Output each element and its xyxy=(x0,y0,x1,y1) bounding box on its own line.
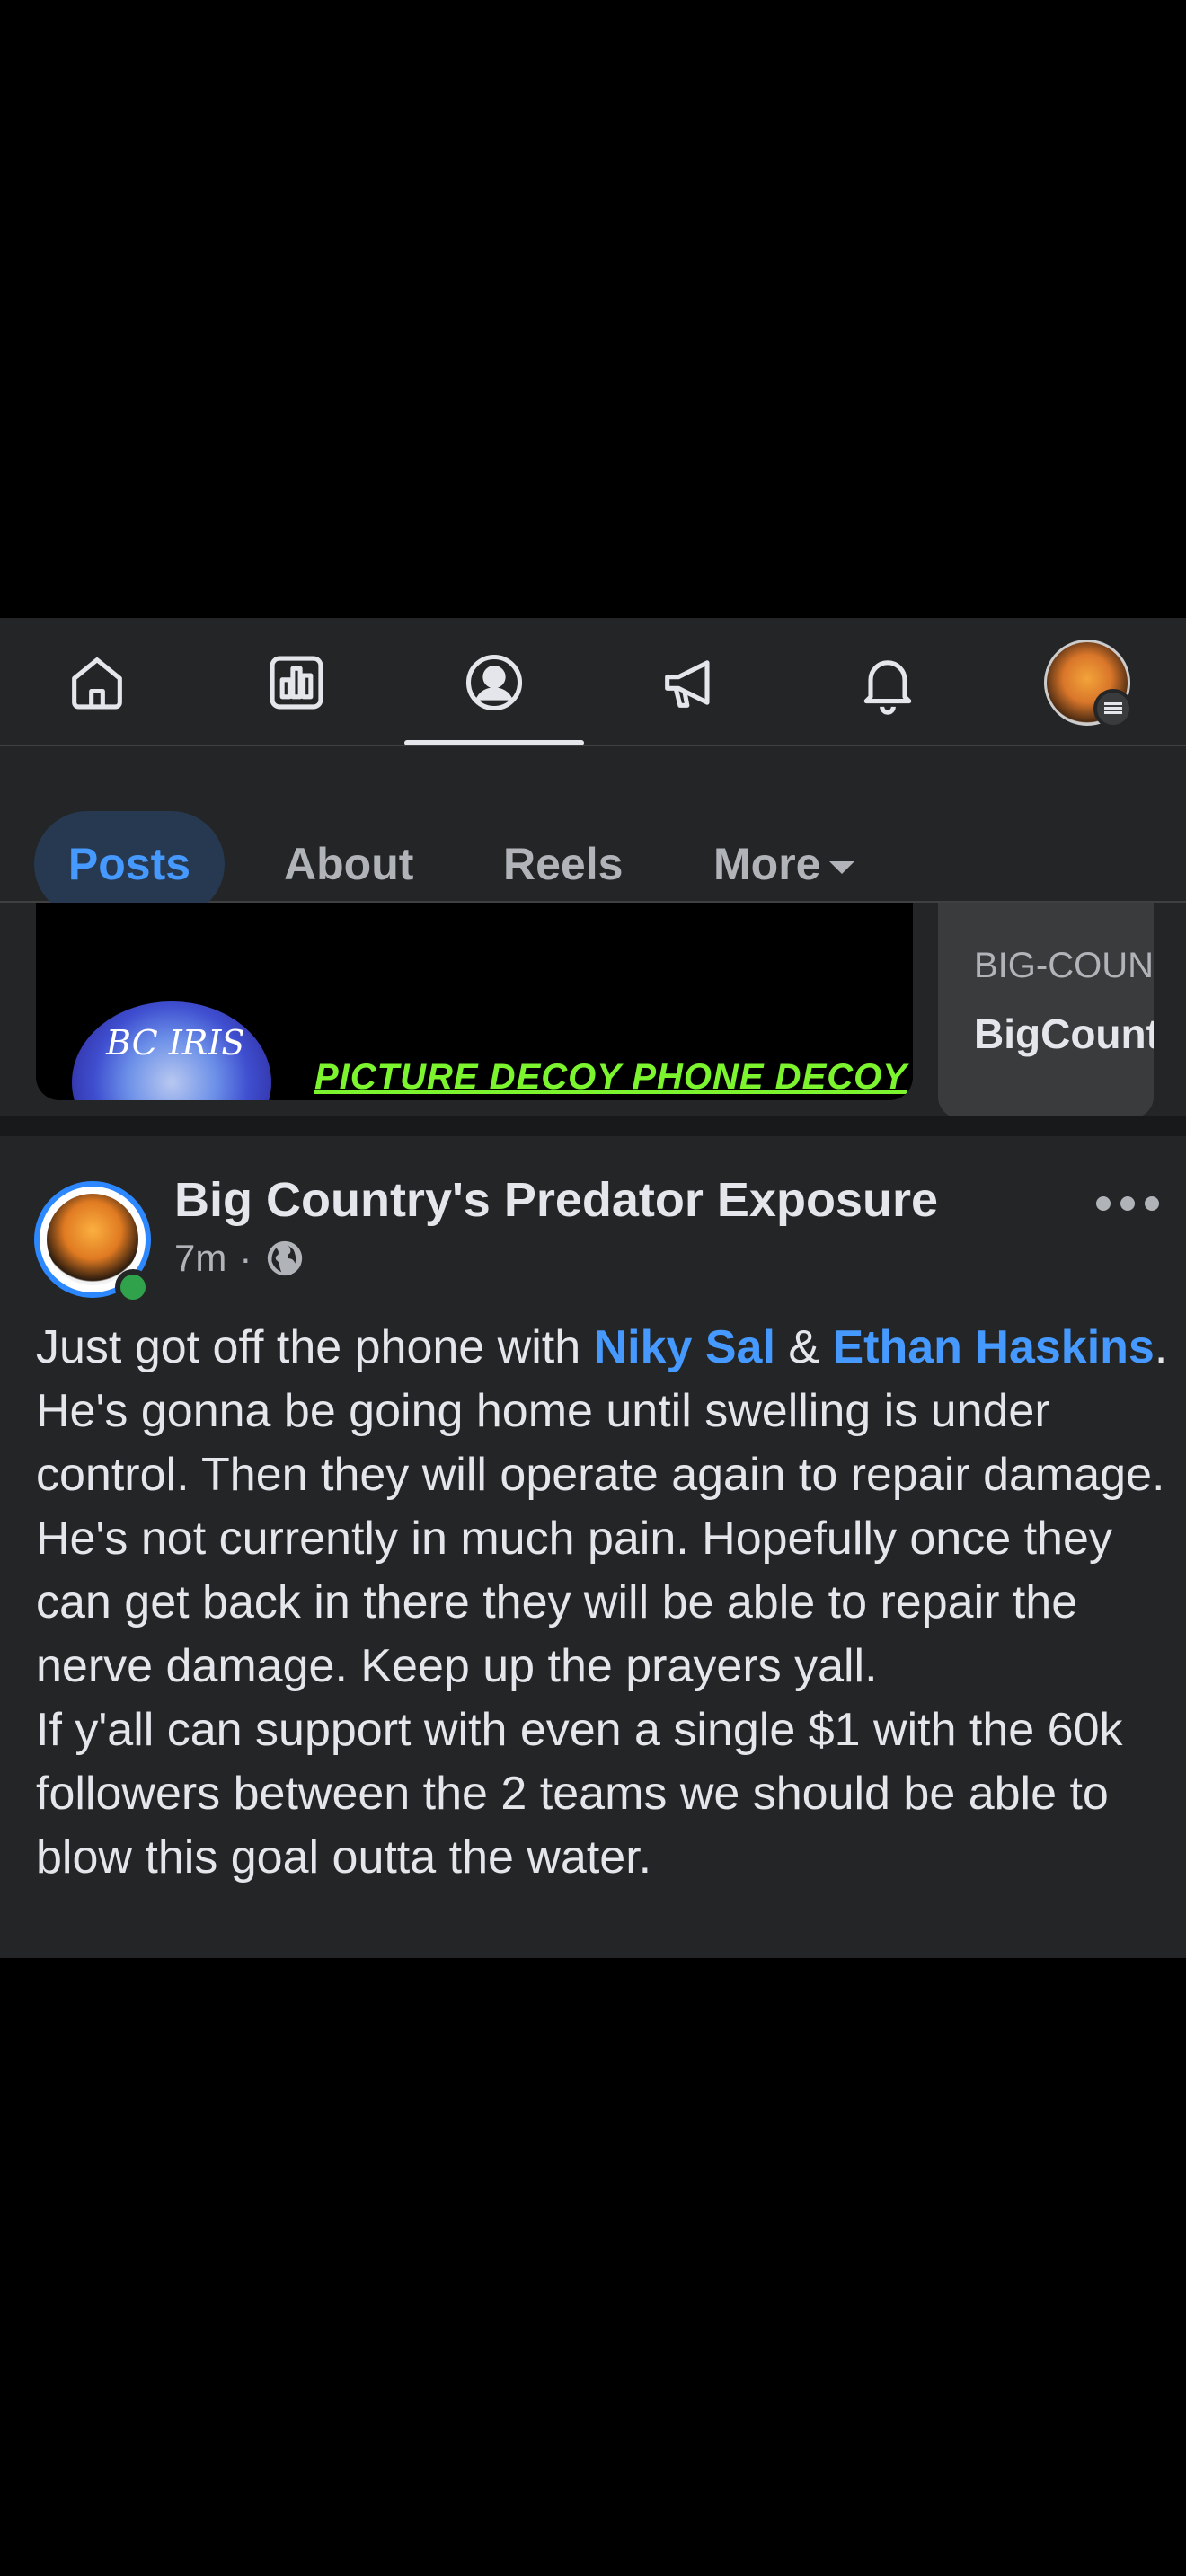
bc-iris-logo: BC IRIS xyxy=(72,1001,271,1100)
featured-card[interactable]: BC IRIS PICTURE DECOY PHONE DECOY xyxy=(36,903,913,1100)
post-time[interactable]: 7m xyxy=(174,1237,226,1280)
tab-reels[interactable]: Reels xyxy=(503,811,623,917)
mention-ethan-haskins[interactable]: Ethan Haskins xyxy=(833,1321,1155,1373)
nav-home[interactable] xyxy=(7,618,187,746)
avatar xyxy=(1044,639,1133,728)
mention-niky-sal[interactable]: Niky Sal xyxy=(594,1321,775,1373)
tab-more[interactable]: More xyxy=(713,811,855,917)
card-title: BigCount xyxy=(974,1010,1154,1057)
post-options-button[interactable] xyxy=(1096,1190,1159,1217)
globe-icon xyxy=(268,1240,303,1276)
active-tab-indicator xyxy=(404,740,584,745)
logo-text: BC IRIS xyxy=(106,1023,245,1063)
card-kicker: BIG-COUN xyxy=(974,946,1154,985)
post-text-2: & xyxy=(774,1321,833,1373)
author-name[interactable]: Big Country's Predator Exposure xyxy=(174,1172,938,1228)
tab-about[interactable]: About xyxy=(284,811,413,917)
profile-icon xyxy=(465,654,523,710)
post-text-4: If y'all can support with even a single … xyxy=(36,1704,1123,1883)
featured-card-2[interactable]: BIG-COUN BigCount xyxy=(938,903,1154,1118)
profile-tabs: Posts About Reels More xyxy=(0,748,1186,917)
megaphone-icon xyxy=(665,659,710,708)
home-icon xyxy=(72,657,122,709)
post-text-3: . He's gonna be going home until swellin… xyxy=(36,1321,1168,1692)
menu-icon xyxy=(1093,688,1133,728)
bell-icon xyxy=(863,659,912,715)
nav-menu[interactable] xyxy=(997,618,1177,746)
tab-posts[interactable]: Posts xyxy=(34,811,225,917)
tab-more-label: More xyxy=(713,839,821,889)
post-meta: 7m · xyxy=(174,1237,305,1280)
nav-dashboard[interactable] xyxy=(207,618,386,746)
caret-down-icon xyxy=(829,860,855,874)
post-text-1: Just got off the phone with xyxy=(36,1321,594,1373)
nav-ads[interactable] xyxy=(600,618,780,746)
nav-profile[interactable] xyxy=(404,618,584,746)
nav-notifications[interactable] xyxy=(798,618,978,746)
post: Big Country's Predator Exposure 7m · Jus… xyxy=(0,1136,1186,1958)
divider xyxy=(0,1116,1186,1136)
post-text: Just got off the phone with Niky Sal & E… xyxy=(36,1316,1168,1890)
top-nav xyxy=(0,618,1186,746)
meta-separator: · xyxy=(239,1237,252,1279)
app-screen: Posts About Reels More BC IRIS PICTURE D… xyxy=(0,618,1186,1958)
dashboard-icon xyxy=(270,656,323,709)
online-status-dot xyxy=(115,1269,151,1305)
featured-strip: BC IRIS PICTURE DECOY PHONE DECOY BIG-CO… xyxy=(0,903,1186,1118)
featured-caption: PICTURE DECOY PHONE DECOY xyxy=(314,1057,907,1097)
